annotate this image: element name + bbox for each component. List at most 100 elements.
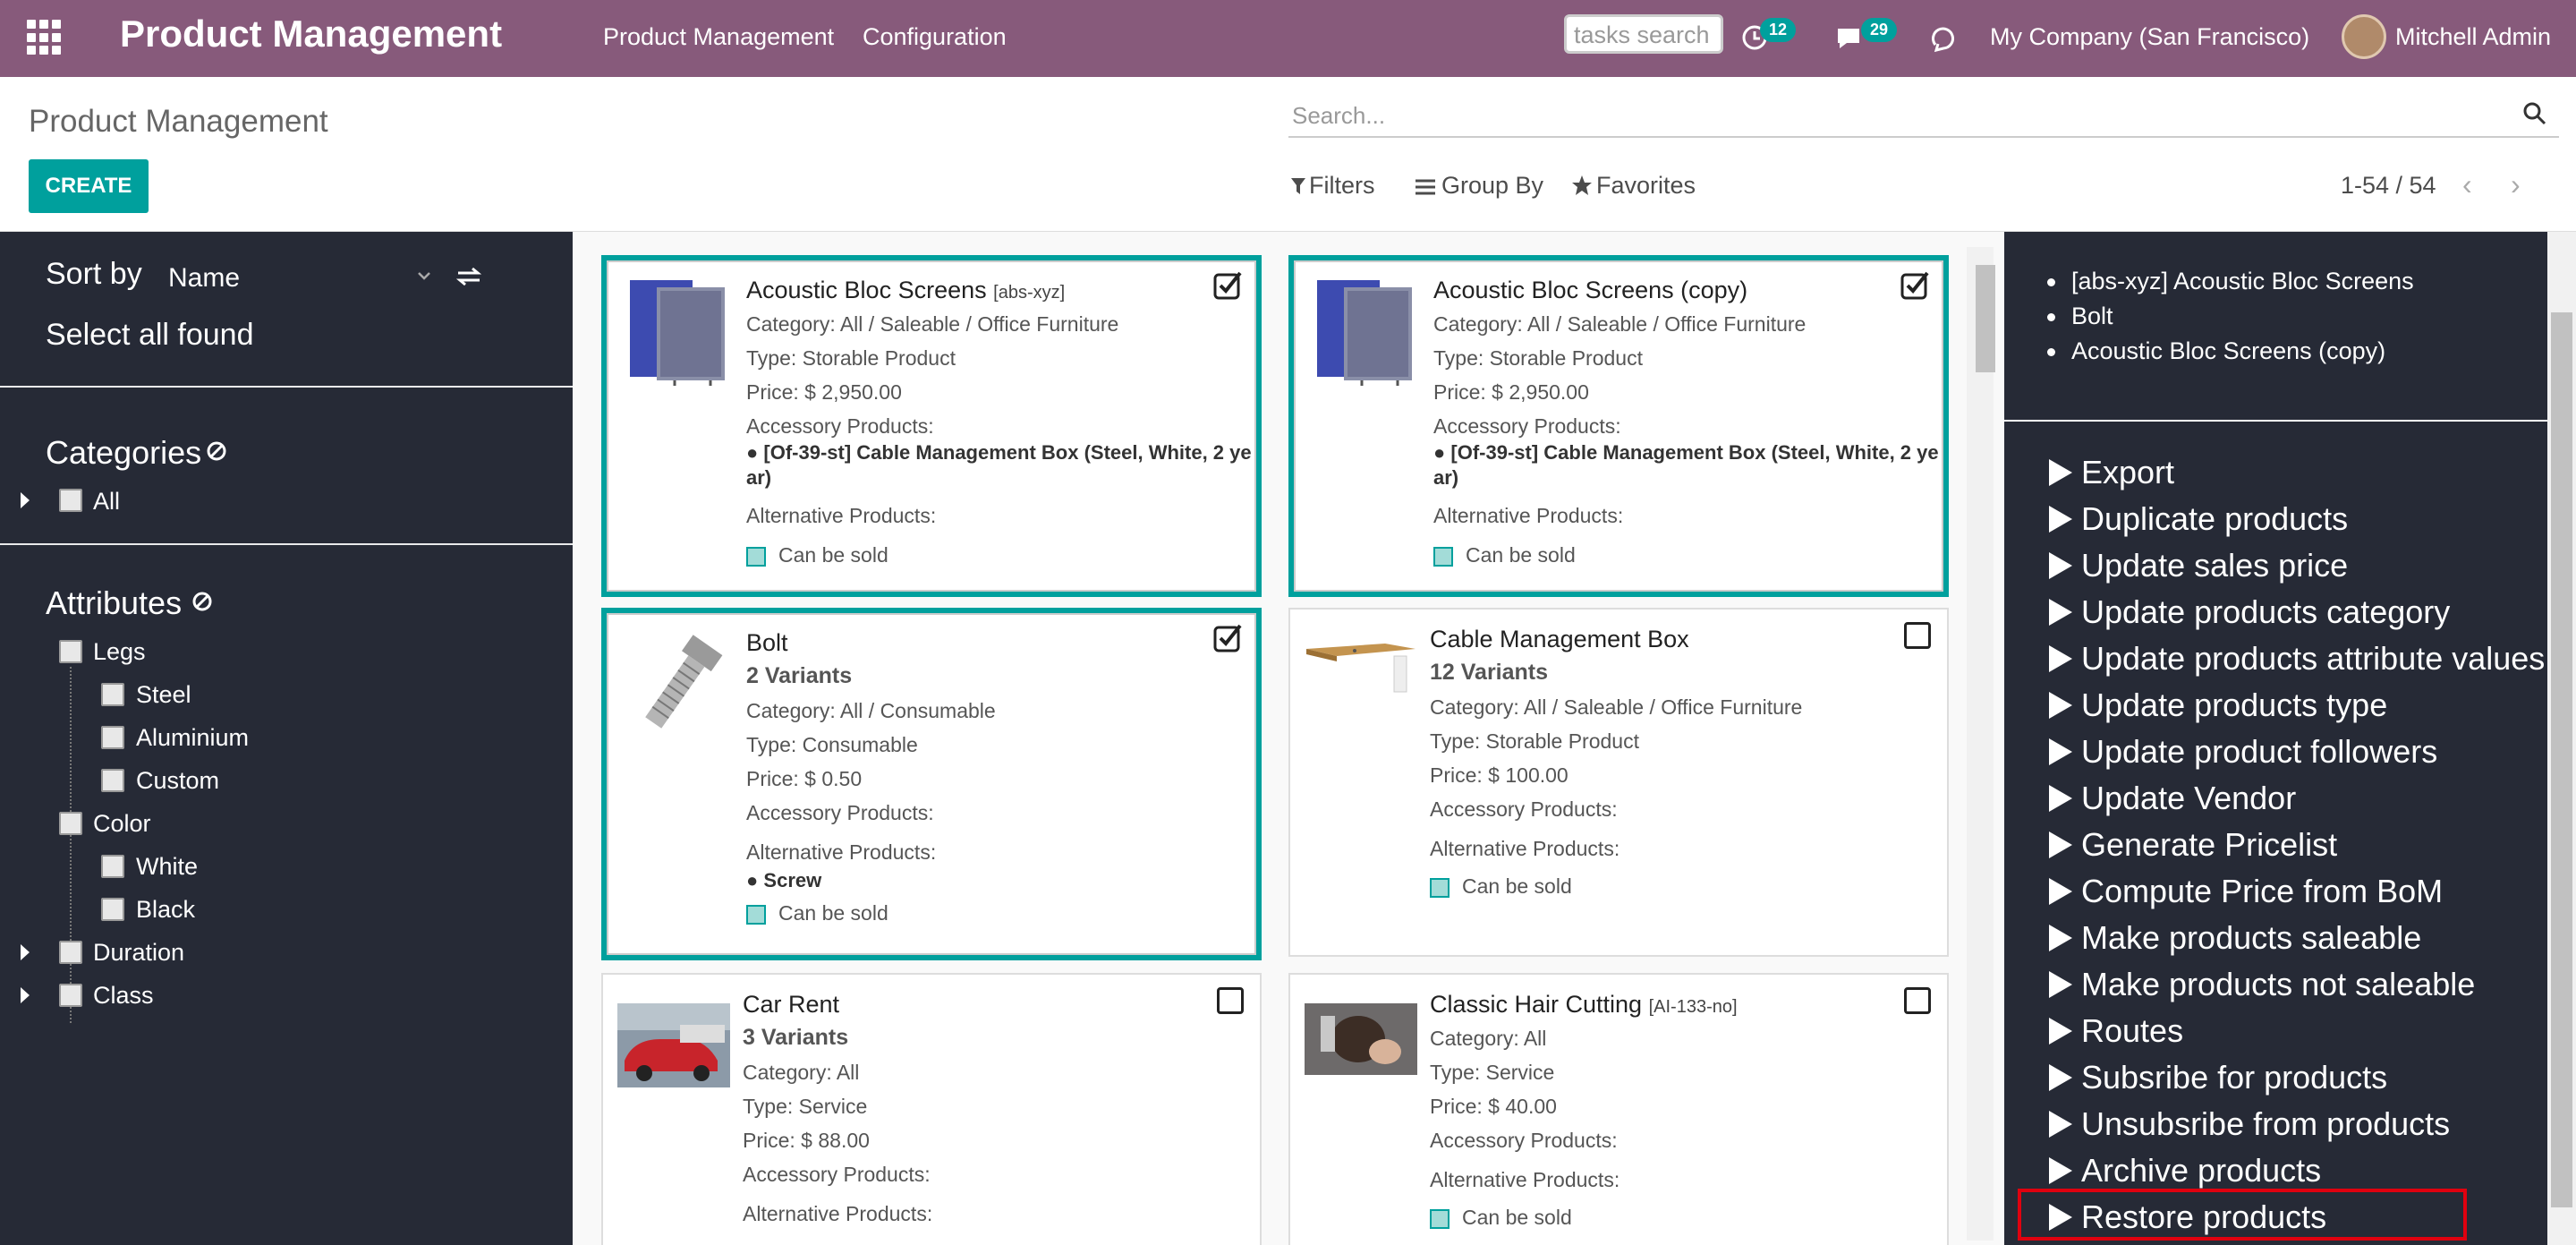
pager-value[interactable]: 1-54 / 54 — [2341, 172, 2436, 200]
select-checkbox[interactable] — [1217, 987, 1244, 1014]
pager-previous-icon[interactable]: ‹ — [2462, 168, 2472, 201]
action-update-attribute-values[interactable]: Update products attribute values — [2049, 640, 2545, 678]
action-archive-products[interactable]: Archive products — [2049, 1152, 2321, 1190]
action-generate-pricelist[interactable]: Generate Pricelist — [2049, 826, 2337, 864]
apps-menu-icon[interactable] — [27, 20, 63, 55]
attribute-checkbox[interactable] — [59, 941, 82, 964]
selected-item: [abs-xyz] Acoustic Bloc Screens — [2047, 268, 2414, 295]
selected-checkbox-icon[interactable] — [1213, 269, 1244, 300]
accessory-label: Accessory Products: — [746, 414, 934, 438]
action-update-products-type[interactable]: Update products type — [2049, 686, 2387, 724]
search-icon[interactable] — [2521, 100, 2548, 127]
chevron-down-icon[interactable] — [417, 271, 431, 280]
attribute-value-aluminium[interactable]: Aluminium — [136, 724, 249, 752]
product-card[interactable]: Bolt 2 Variants Category: All / Consumab… — [601, 608, 1262, 960]
action-update-vendor[interactable]: Update Vendor — [2049, 780, 2296, 817]
app-title[interactable]: Product Management — [120, 13, 502, 55]
create-button[interactable]: CREATE — [29, 159, 149, 213]
accessory-item[interactable]: ● [Of-39-st] Cable Management Box (Steel… — [746, 441, 1252, 465]
filter-sidebar: Sort by Name Select all found Categories… — [0, 232, 573, 1245]
product-card[interactable]: Car Rent 3 Variants Category: All Type: … — [601, 973, 1262, 1245]
can-be-sold: Can be sold — [1433, 543, 1576, 567]
action-routes[interactable]: Routes — [2049, 1012, 2183, 1050]
search-input[interactable]: Search... — [1288, 97, 2559, 138]
attribute-value-custom[interactable]: Custom — [136, 767, 219, 795]
action-compute-price-from-bom[interactable]: Compute Price from BoM — [2049, 873, 2443, 910]
attribute-class-label[interactable]: Class — [93, 982, 154, 1010]
messages-count-badge: 29 — [1861, 18, 1898, 42]
expand-caret-icon[interactable] — [21, 987, 30, 1003]
action-update-product-followers[interactable]: Update product followers — [2049, 733, 2437, 771]
attribute-duration-label[interactable]: Duration — [93, 939, 184, 967]
product-card[interactable]: Classic Hair Cutting [AI-133-no] Categor… — [1288, 973, 1949, 1245]
favorites-button[interactable]: Favorites — [1571, 172, 1696, 200]
product-category: Category: All / Consumable — [746, 699, 996, 722]
expand-caret-icon[interactable] — [21, 492, 30, 508]
alternative-label: Alternative Products: — [1433, 504, 1624, 527]
attribute-value-checkbox[interactable] — [101, 769, 124, 792]
action-unsubscribe-products[interactable]: Unsubsribe from products — [2049, 1105, 2450, 1143]
sort-direction-icon[interactable] — [456, 266, 481, 287]
sort-field-select[interactable]: Name — [168, 263, 240, 294]
selected-checkbox-icon[interactable] — [1900, 269, 1931, 300]
chat-icon[interactable] — [1834, 23, 1865, 52]
menu-product-management[interactable]: Product Management — [603, 23, 834, 51]
clear-attributes-icon[interactable] — [191, 591, 213, 612]
can-be-sold: Can be sold — [1430, 1206, 1572, 1230]
product-price: Price: $ 88.00 — [743, 1129, 870, 1152]
accessory-item-wrap: ar) — [1433, 466, 1459, 489]
category-checkbox[interactable] — [59, 489, 82, 512]
attribute-value-checkbox[interactable] — [101, 855, 124, 878]
group-by-button[interactable]: Group By — [1416, 172, 1543, 200]
user-menu[interactable]: Mitchell Admin — [2395, 23, 2551, 51]
product-category: Category: All — [1430, 1027, 1547, 1050]
tasks-search-input[interactable]: tasks search — [1564, 14, 1723, 54]
category-all-label[interactable]: All — [93, 488, 120, 516]
select-all-found-link[interactable]: Select all found — [46, 318, 254, 353]
panel-scrollbar-thumb[interactable] — [2551, 312, 2572, 1207]
refresh-icon[interactable] — [1928, 23, 1959, 54]
attribute-value-steel[interactable]: Steel — [136, 681, 191, 709]
company-switcher[interactable]: My Company (San Francisco) — [1990, 23, 2309, 51]
action-duplicate-products[interactable]: Duplicate products — [2049, 500, 2348, 538]
select-checkbox[interactable] — [1904, 987, 1931, 1014]
product-image — [1305, 1003, 1417, 1075]
checkbox-checked-icon — [1430, 1208, 1450, 1229]
attribute-value-checkbox[interactable] — [101, 683, 124, 706]
attribute-checkbox[interactable] — [59, 640, 82, 663]
attribute-checkbox[interactable] — [59, 984, 82, 1007]
attribute-value-white[interactable]: White — [136, 853, 198, 881]
alternative-label: Alternative Products: — [746, 504, 937, 527]
attribute-value-checkbox[interactable] — [101, 726, 124, 749]
selected-checkbox-icon[interactable] — [1213, 622, 1244, 652]
attribute-value-black[interactable]: Black — [136, 896, 195, 924]
kanban-scrollbar[interactable] — [1967, 247, 1994, 1241]
attribute-checkbox[interactable] — [59, 812, 82, 835]
accessory-item[interactable]: ● [Of-39-st] Cable Management Box (Steel… — [1433, 441, 1939, 465]
action-update-sales-price[interactable]: Update sales price — [2049, 547, 2348, 584]
product-type: Type: Storable Product — [1433, 346, 1643, 370]
select-checkbox[interactable] — [1904, 622, 1931, 649]
action-subscribe-products[interactable]: Subsribe for products — [2049, 1059, 2387, 1096]
action-make-products-not-saleable[interactable]: Make products not saleable — [2049, 966, 2475, 1003]
user-avatar[interactable] — [2342, 14, 2386, 59]
expand-caret-icon[interactable] — [21, 944, 30, 960]
product-card[interactable]: Acoustic Bloc Screens [abs-xyz] Category… — [601, 255, 1262, 597]
product-card[interactable]: Acoustic Bloc Screens (copy) Category: A… — [1288, 255, 1949, 597]
product-card[interactable]: Cable Management Box 12 Variants Categor… — [1288, 608, 1949, 957]
kanban-scrollbar-thumb[interactable] — [1976, 265, 1995, 372]
panel-scrollbar[interactable] — [2547, 232, 2576, 1245]
activity-count-badge: 12 — [1760, 18, 1797, 42]
action-make-products-saleable[interactable]: Make products saleable — [2049, 919, 2421, 957]
attribute-color-label[interactable]: Color — [93, 810, 151, 838]
kanban-view: Acoustic Bloc Screens [abs-xyz] Category… — [573, 232, 2004, 1245]
attribute-legs-label[interactable]: Legs — [93, 638, 146, 666]
action-export[interactable]: Export — [2049, 454, 2174, 491]
clear-categories-icon[interactable] — [206, 440, 227, 462]
filters-button[interactable]: Filters — [1290, 172, 1375, 200]
action-update-products-category[interactable]: Update products category — [2049, 593, 2450, 631]
pager-next-icon[interactable]: › — [2511, 168, 2521, 201]
attribute-value-checkbox[interactable] — [101, 898, 124, 921]
alternative-item[interactable]: ● Screw — [746, 869, 821, 892]
menu-configuration[interactable]: Configuration — [863, 23, 1007, 51]
